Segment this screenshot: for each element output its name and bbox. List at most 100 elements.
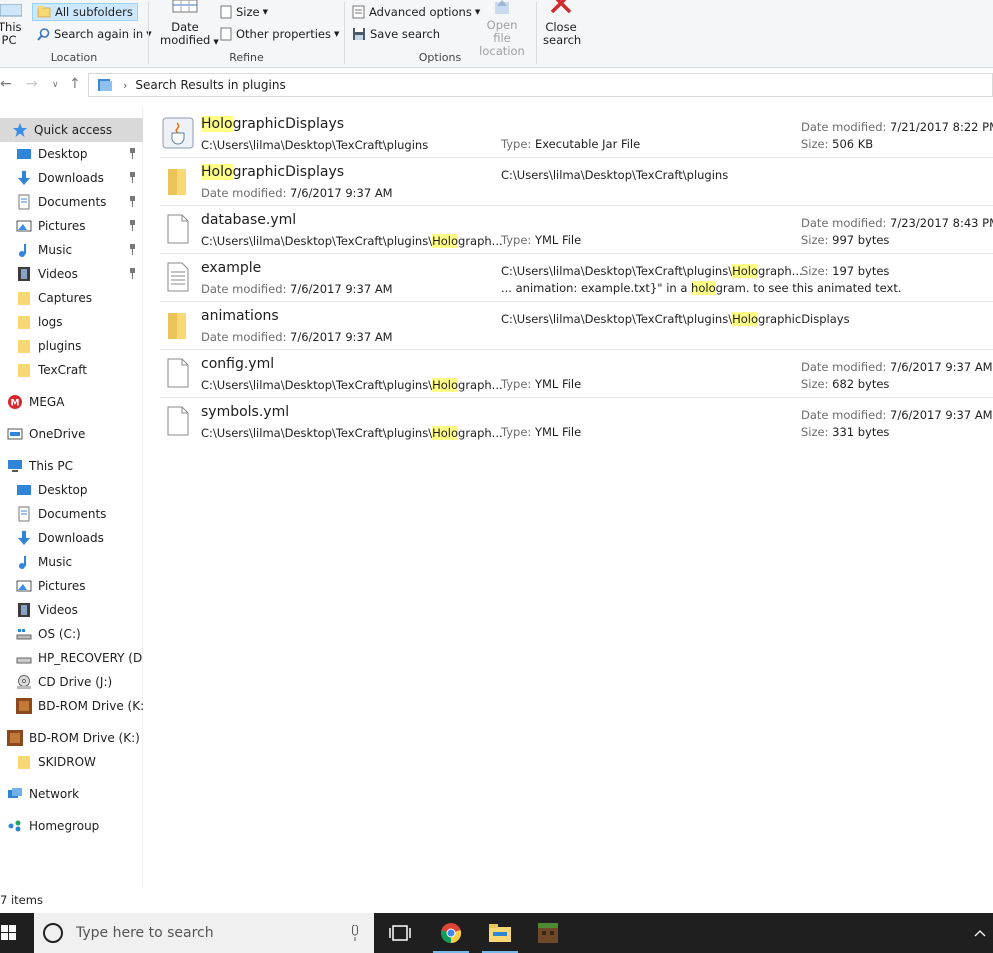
task-view-button[interactable] [378,913,422,953]
pin-icon[interactable] [128,196,137,207]
nav-item-label: Videos [38,267,78,281]
nav-item-texcraft[interactable]: TexCraft [0,358,143,382]
other-properties-button[interactable]: Other properties ▼ [220,27,339,41]
pin-icon[interactable] [128,220,137,231]
list-item[interactable]: example Date modified: 7/6/2017 9:37 AM … [160,254,993,302]
pin-icon[interactable] [128,148,137,159]
nav-item-label: Pictures [38,579,86,593]
nav-item-quick-access[interactable]: Quick access [0,118,143,142]
forward-arrow-icon[interactable]: → [26,76,38,92]
nav-item-plugins[interactable]: plugins [0,334,143,358]
nav-item-label: Desktop [38,147,88,161]
navigation-pane: Quick access Desktop Downloads Documents… [0,108,143,888]
ribbon-separator [536,2,537,64]
list-item[interactable]: HolographicDisplays Date modified: 7/6/2… [160,158,993,206]
show-hidden-icons-button[interactable] [966,913,993,953]
options-group-label: Options [418,51,462,64]
size-button[interactable]: Size ▼ [220,5,268,19]
nav-item-label: Pictures [38,219,86,233]
nav-item-pc-documents[interactable]: Documents [0,502,143,526]
save-search-button[interactable]: Save search [352,27,440,41]
list-item[interactable]: HolographicDisplays C:\Users\lilma\Deskt… [160,110,993,158]
nav-item-logs[interactable]: logs [0,310,143,334]
onedrive-icon [7,428,23,440]
pin-icon[interactable] [128,244,137,255]
up-arrow-icon[interactable]: ↑ [69,76,81,92]
list-item[interactable]: symbols.yml C:\Users\lilma\Desktop\TexCr… [160,398,993,446]
nav-item-hp-recovery[interactable]: HP_RECOVERY (D:) [0,646,143,670]
nav-item-captures[interactable]: Captures [0,286,143,310]
nav-item-this-pc[interactable]: This PC [0,454,143,478]
item-name: database.yml [201,212,297,228]
item-size: Size: 506 KB [801,137,874,151]
nav-item-label: logs [38,315,63,329]
nav-item-pc-downloads[interactable]: Downloads [0,526,143,550]
microphone-icon[interactable] [350,925,360,941]
file-explorer-icon [489,924,511,942]
nav-item-label: Desktop [38,483,88,497]
homegroup-icon [8,820,21,832]
list-item[interactable]: animations Date modified: 7/6/2017 9:37 … [160,302,993,350]
nav-item-label: Captures [38,291,92,305]
all-subfolders-button[interactable]: All subfolders [32,3,138,21]
computer-icon [0,3,23,17]
this-pc-button[interactable]: This PC [0,3,24,47]
date-modified-button[interactable]: Date modified ▼ [155,0,219,49]
address-bar[interactable]: › Search Results in plugins [88,73,993,97]
nav-item-label: plugins [38,339,82,353]
nav-item-desktop[interactable]: Desktop [0,142,143,166]
folder-icon [18,340,30,353]
nav-item-cd-drive[interactable]: CD Drive (J:) [0,670,143,694]
nav-item-downloads[interactable]: Downloads [0,166,143,190]
item-path: C:\Users\lilma\Desktop\TexCraft\plugins\… [201,378,503,392]
nav-item-label: Network [29,787,80,801]
calendar-icon [172,0,198,13]
recent-locations-chevron-icon[interactable]: ∨ [52,80,59,90]
item-name: symbols.yml [201,404,290,420]
nav-item-music[interactable]: Music [0,238,143,262]
folder-tree-icon [37,6,51,18]
list-item[interactable]: database.yml C:\Users\lilma\Desktop\TexC… [160,206,993,254]
item-size: Size: 682 bytes [801,377,890,391]
open-file-location-button[interactable]: Open file location [474,0,530,58]
advanced-options-button[interactable]: Advanced options ▼ [352,5,480,19]
this-pc-label: This PC [0,20,22,47]
taskbar-search-box[interactable]: Type here to search [34,913,374,953]
folder-icon [18,364,30,377]
nav-item-pictures[interactable]: Pictures [0,214,143,238]
back-arrow-icon[interactable]: ← [0,76,12,92]
nav-item-bd-rom-1[interactable]: BD-ROM Drive (K:) C [0,694,143,718]
computer-icon [8,460,22,472]
nav-item-pc-music[interactable]: Music [0,550,143,574]
item-location: C:\Users\lilma\Desktop\TexCraft\plugins\… [501,312,850,326]
folder-icon [18,756,30,769]
nav-item-videos[interactable]: Videos [0,262,143,286]
search-again-in-button[interactable]: Search again in ▼ [37,27,152,41]
taskbar-file-explorer[interactable] [478,913,522,953]
document-icon [167,358,189,388]
nav-item-network[interactable]: Network [0,782,143,806]
save-search-label: Save search [370,27,441,41]
start-button[interactable] [0,913,26,953]
nav-item-pc-desktop[interactable]: Desktop [0,478,143,502]
breadcrumb-chevron-icon: › [123,78,128,92]
nav-item-documents[interactable]: Documents [0,190,143,214]
nav-item-pc-pictures[interactable]: Pictures [0,574,143,598]
nav-item-homegroup[interactable]: Homegroup [0,814,143,838]
download-arrow-icon [18,531,30,545]
pin-icon[interactable] [128,268,137,279]
close-search-button[interactable]: Close search [540,0,582,47]
nav-item-os-c[interactable]: OS (C:) [0,622,143,646]
nav-item-mega[interactable]: M MEGA [0,390,143,414]
nav-item-pc-videos[interactable]: Videos [0,598,143,622]
pin-icon[interactable] [128,172,137,183]
taskbar-chrome[interactable] [429,913,473,953]
nav-item-label: OneDrive [29,427,86,441]
list-item[interactable]: config.yml C:\Users\lilma\Desktop\TexCra… [160,350,993,398]
taskbar-minecraft[interactable] [526,913,570,953]
nav-item-label: Downloads [38,531,104,545]
nav-item-skidrow[interactable]: SKIDROW [0,750,143,774]
nav-item-bd-rom-2[interactable]: BD-ROM Drive (K:) Co [0,726,143,750]
nav-item-label: Videos [38,603,78,617]
nav-item-onedrive[interactable]: OneDrive [0,422,143,446]
